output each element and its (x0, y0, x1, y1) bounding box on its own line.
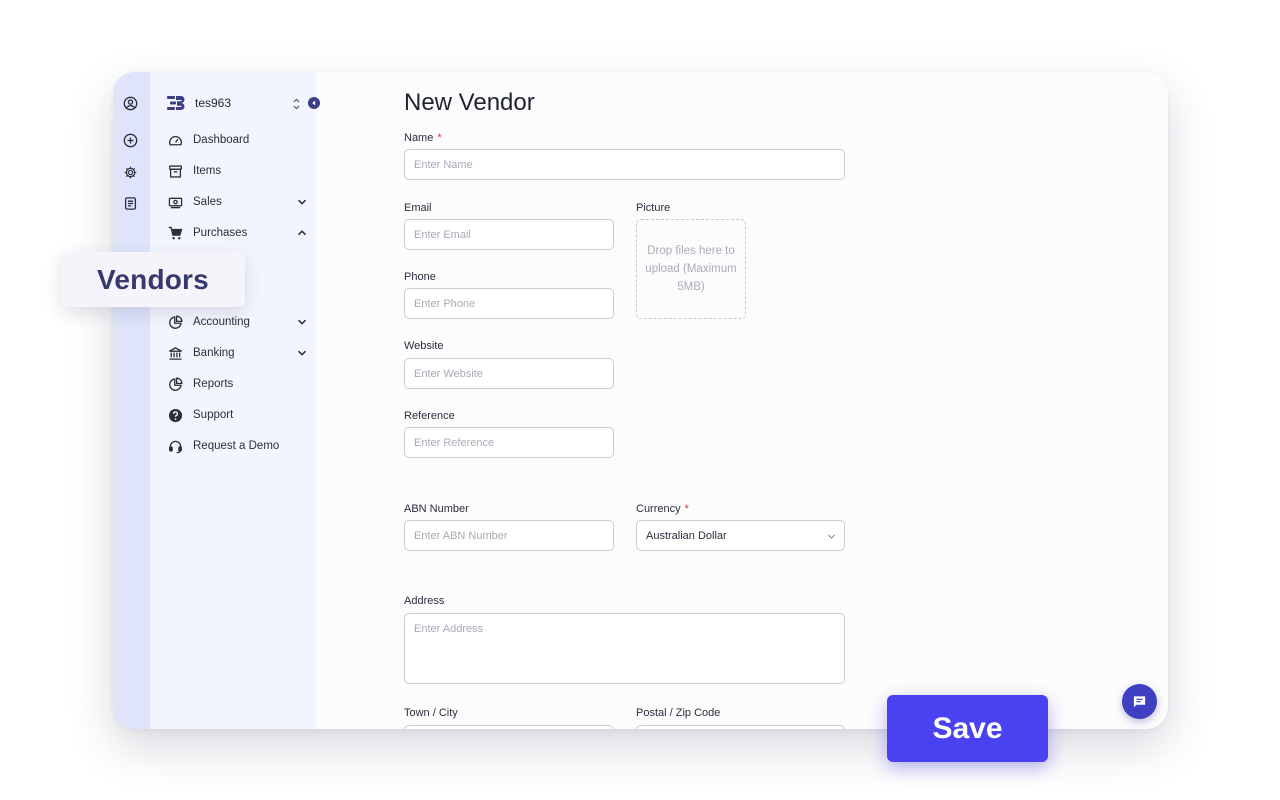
name-input[interactable]: Enter Name (404, 149, 845, 180)
sidebar-item-request-demo[interactable]: Request a Demo (167, 435, 307, 457)
page-title: New Vendor (404, 89, 535, 116)
address-textarea[interactable]: Enter Address (404, 613, 845, 684)
chat-bubble-icon (1133, 696, 1146, 708)
email-input[interactable]: Enter Email (404, 219, 614, 250)
save-button[interactable]: Save (887, 695, 1048, 762)
town-input[interactable] (404, 725, 614, 729)
sidebar-item-label: Items (193, 165, 222, 177)
sidebar-item-label: Accounting (193, 316, 250, 328)
required-mark: * (437, 132, 442, 144)
collapse-sidebar-button[interactable] (308, 97, 320, 109)
reference-input[interactable]: Enter Reference (404, 427, 614, 458)
sidebar-item-label: Purchases (193, 227, 248, 239)
name-label: Name * (404, 132, 442, 144)
archive-box-icon (167, 163, 183, 179)
sidebar-item-label: Reports (193, 378, 234, 390)
address-label: Address (404, 595, 445, 607)
question-circle-icon (167, 407, 183, 423)
sidebar-item-support[interactable]: Support (167, 404, 307, 426)
pie-chart-icon (167, 314, 183, 330)
sidebar-item-vendors[interactable]: Vendors (61, 252, 245, 307)
website-label: Website (404, 340, 444, 352)
shopping-cart-icon (167, 225, 183, 241)
town-label: Town / City (404, 707, 458, 719)
sidebar-item-reports[interactable]: Reports (167, 373, 307, 395)
headset-icon (167, 438, 183, 454)
postal-label: Postal / Zip Code (636, 707, 721, 719)
chevron-down-icon (827, 534, 836, 539)
sidebar-item-items[interactable]: Items (167, 160, 307, 182)
sidebar-item-banking[interactable]: Banking (167, 342, 307, 364)
sidebar: tes963 Dashboard Items Sales Purchases A… (150, 72, 320, 729)
chevron-down-icon (297, 319, 307, 325)
sidebar-item-purchases[interactable]: Purchases (167, 222, 307, 244)
chevron-left-icon (312, 100, 316, 106)
bank-icon (167, 345, 183, 361)
phone-label: Phone (404, 271, 436, 283)
chat-button[interactable] (1122, 684, 1157, 719)
postal-input[interactable] (636, 725, 845, 729)
email-label: Email (404, 202, 432, 214)
abn-input[interactable]: Enter ABN Number (404, 520, 614, 551)
icon-rail (113, 72, 150, 729)
report-chart-icon (167, 376, 183, 392)
org-switcher[interactable]: tes963 (167, 95, 231, 111)
currency-value: Australian Dollar (646, 529, 727, 542)
brand-logo-icon (167, 96, 185, 110)
gear-icon[interactable] (122, 164, 138, 180)
app-window: tes963 Dashboard Items Sales Purchases A… (113, 72, 1168, 729)
phone-input[interactable]: Enter Phone (404, 288, 614, 319)
sidebar-item-label: Sales (193, 196, 222, 208)
required-mark: * (684, 503, 689, 515)
reference-label: Reference (404, 410, 455, 422)
add-circle-icon[interactable] (122, 132, 138, 148)
currency-label: Currency * (636, 503, 689, 515)
currency-select[interactable]: Australian Dollar (636, 520, 845, 551)
org-name: tes963 (195, 96, 232, 110)
picture-dropzone[interactable]: Drop files here to upload (Maximum 5MB) (636, 219, 746, 319)
cash-icon (167, 194, 183, 210)
document-list-icon[interactable] (122, 195, 138, 211)
sidebar-item-label: Support (193, 409, 234, 421)
sidebar-item-label: Request a Demo (193, 440, 280, 452)
chevron-up-icon (297, 230, 307, 236)
website-input[interactable]: Enter Website (404, 358, 614, 389)
sidebar-item-label: Dashboard (193, 134, 250, 146)
sidebar-item-dashboard[interactable]: Dashboard (167, 129, 307, 151)
picture-label: Picture (636, 202, 671, 214)
chevron-up-down-icon[interactable] (292, 97, 301, 111)
user-profile-icon[interactable] (122, 95, 138, 111)
chevron-down-icon (297, 350, 307, 356)
sidebar-item-label: Banking (193, 347, 235, 359)
sidebar-item-sales[interactable]: Sales (167, 191, 307, 213)
chevron-down-icon (297, 199, 307, 205)
abn-label: ABN Number (404, 503, 469, 515)
speedometer-icon (167, 132, 183, 148)
sidebar-item-accounting[interactable]: Accounting (167, 311, 307, 333)
